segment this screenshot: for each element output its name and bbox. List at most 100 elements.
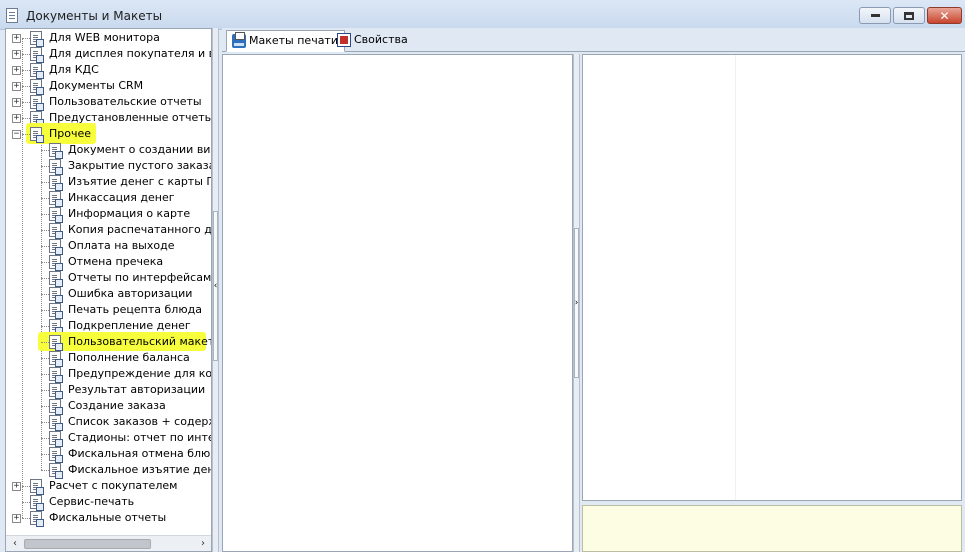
tree-connector: [41, 214, 49, 215]
documents-tree[interactable]: + Для WEB монитора + Для дисплея покупателя…: [5, 28, 212, 552]
folder-document-icon: [30, 495, 44, 511]
tree-item-label: Оплата на выходе: [68, 239, 175, 252]
expand-icon[interactable]: +: [12, 50, 21, 59]
tree-item-label: Пользовательские отчеты: [49, 95, 202, 108]
tree-document-item[interactable]: Отчеты по интерфейсам: [6, 270, 212, 287]
tree-document-item[interactable]: Создание заказа: [6, 398, 211, 415]
document-template-icon: [49, 383, 63, 399]
tree-connector: [41, 358, 49, 359]
tree-folder-item[interactable]: + Пользовательские отчеты: [6, 94, 211, 111]
tree-connector: [41, 342, 49, 343]
collapse-left-icon[interactable]: ‹: [213, 211, 218, 361]
scroll-right-arrow-icon[interactable]: ›: [196, 537, 210, 551]
printer-icon: [232, 32, 246, 48]
tree-document-item[interactable]: Предупреждение для контро: [6, 366, 211, 383]
document-template-icon: [49, 159, 63, 175]
tree-document-item[interactable]: Результат авторизации: [6, 382, 211, 399]
document-template-icon: [49, 175, 63, 191]
tab-print-layouts[interactable]: Макеты печати: [226, 30, 345, 52]
tree-connector: [41, 422, 49, 423]
tree-document-item[interactable]: Список заказов + содержим: [6, 414, 211, 431]
tree-item-label: Ошибка авторизации: [68, 287, 193, 300]
expand-icon[interactable]: +: [12, 66, 21, 75]
tree-connector: [41, 246, 49, 247]
tree-connector: [41, 230, 49, 231]
expand-icon[interactable]: +: [12, 514, 21, 523]
tree-item-label: Печать рецепта блюда: [68, 303, 202, 316]
tree-item-label: Для WEB монитора: [49, 31, 160, 44]
expand-icon[interactable]: +: [12, 34, 21, 43]
tree-folder-item[interactable]: − Прочее: [6, 123, 211, 144]
tree-item-label: Для дисплея покупателя и виде: [49, 47, 211, 60]
collapse-icon[interactable]: −: [12, 130, 21, 139]
tree-item-label: Пользовательский макет: [68, 335, 212, 348]
document-template-icon: [49, 399, 63, 415]
right-splitter[interactable]: ›: [573, 54, 580, 552]
tree-document-item[interactable]: Оплата на выходе: [6, 238, 211, 255]
document-template-icon: [49, 287, 63, 303]
tree-document-item[interactable]: Ошибка авторизации: [6, 286, 211, 303]
tree-document-item[interactable]: Отмена пречека: [6, 254, 211, 271]
tree-connector: [41, 374, 49, 375]
tree-document-item[interactable]: Пополнение баланса: [6, 350, 211, 367]
document-template-icon: [49, 319, 63, 335]
tree-item-label: Отчеты по интерфейсам: [68, 271, 212, 284]
layout-preview-pane[interactable]: [582, 54, 962, 501]
tree-folder-item[interactable]: + Документы CRM: [6, 78, 211, 95]
tree-connector: [41, 390, 49, 391]
left-splitter[interactable]: ‹: [212, 28, 219, 552]
tree-document-item[interactable]: Печать рецепта блюда: [6, 302, 211, 319]
tree-item-label: Информация о карте: [68, 207, 191, 220]
tree-item-label: Закрытие пустого заказа: [68, 159, 212, 172]
tree-item-label: Для КДС: [49, 63, 99, 76]
scrollbar-thumb[interactable]: [24, 539, 151, 549]
tree-document-item[interactable]: Стадионы: отчет по интерфе: [6, 430, 211, 447]
tree-item-label: Создание заказа: [68, 399, 166, 412]
tree-connector: [41, 198, 49, 199]
tree-connector: [41, 278, 49, 279]
tree-item-label: Копия распечатанного доку: [68, 223, 212, 236]
tree-document-item[interactable]: Фискальная отмена блюда: [6, 446, 212, 463]
tree-folder-item[interactable]: + Для КДС: [6, 62, 211, 79]
close-button[interactable]: ✕: [927, 7, 962, 24]
layouts-list-pane[interactable]: [222, 54, 573, 552]
tree-item-label: Пополнение баланса: [68, 351, 190, 364]
expand-icon[interactable]: +: [12, 98, 21, 107]
tree-item-label: Документ о создании визит: [68, 143, 211, 156]
tree-horizontal-scrollbar[interactable]: ‹ ›: [6, 535, 211, 551]
tree-document-item[interactable]: Изъятие денег с карты ПДС: [6, 174, 211, 191]
tab-properties[interactable]: Свойства: [332, 30, 414, 52]
tree-document-item[interactable]: Информация о карте: [6, 206, 211, 223]
expand-icon[interactable]: +: [12, 82, 21, 91]
document-template-icon: [49, 367, 63, 383]
collapse-right-icon[interactable]: ›: [574, 228, 579, 378]
description-pane[interactable]: [582, 505, 962, 552]
tab-label: Макеты печати: [249, 34, 338, 47]
tree-connector: [22, 486, 30, 487]
folder-document-icon: [30, 127, 44, 143]
tree-folder-item[interactable]: + Расчет с покупателем: [6, 478, 211, 495]
tree-document-item[interactable]: Копия распечатанного доку: [6, 222, 212, 239]
document-template-icon: [49, 143, 63, 159]
tree-folder-item[interactable]: Сервис-печать: [6, 494, 211, 511]
tree-connector: [41, 326, 49, 327]
tree-document-item[interactable]: Инкассация денег: [6, 190, 211, 207]
tree-item-label: Фискальная отмена блюда: [68, 447, 212, 460]
scroll-left-arrow-icon[interactable]: ‹: [8, 537, 22, 551]
tree-document-item[interactable]: Закрытие пустого заказа: [6, 158, 212, 175]
document-template-icon: [49, 223, 63, 239]
tree-document-item[interactable]: Фискальное изъятие денег: [6, 462, 211, 479]
tree-folder-item[interactable]: + Для WEB монитора: [6, 30, 211, 47]
tree-connector: [22, 54, 30, 55]
expand-icon[interactable]: +: [12, 114, 21, 123]
maximize-icon: [904, 11, 914, 20]
document-template-icon: [49, 303, 63, 319]
tree-document-item[interactable]: Документ о создании визит: [6, 142, 211, 159]
tree-folder-item[interactable]: + Фискальные отчеты: [6, 510, 211, 527]
expand-icon[interactable]: +: [12, 482, 21, 491]
maximize-button[interactable]: [893, 7, 925, 24]
tree-item-label: Список заказов + содержим: [68, 415, 211, 428]
minimize-button[interactable]: [859, 7, 891, 24]
tree-document-item[interactable]: Пользовательский макет: [6, 332, 212, 351]
tree-folder-item[interactable]: + Для дисплея покупателя и виде: [6, 46, 211, 63]
